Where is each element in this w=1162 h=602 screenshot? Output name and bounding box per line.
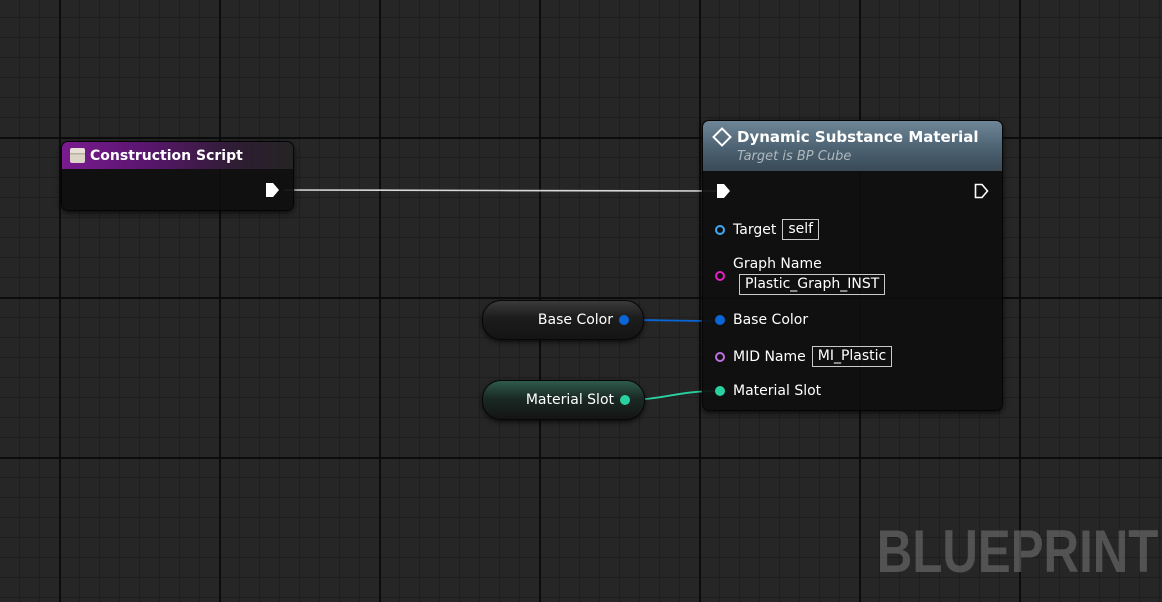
construction-script-node[interactable]: Construction Script [61,141,294,211]
base-color-variable-label: Base Color [537,312,613,328]
target-pin-icon[interactable] [715,224,725,235]
graph-name-value-field[interactable]: Plastic_Graph_INST [739,274,886,295]
base-color-pin-label: Base Color [733,312,809,328]
material-slot-variable-label: Material Slot [525,392,614,408]
blueprint-graph-canvas[interactable]: Construction Script Dynamic Substance Ma… [0,0,1162,602]
material-slot-pin-label: Material Slot [733,383,822,399]
event-node-title: Construction Script [90,147,243,164]
base-color-pin-icon[interactable] [715,315,725,325]
blueprint-watermark: BLUEPRINT [876,518,1158,585]
graph-name-pin-icon[interactable] [715,270,725,281]
base-color-out-pin-icon[interactable] [619,315,629,325]
exec-wire[interactable] [283,189,717,192]
graph-name-pin-label: Graph Name [733,256,822,272]
pin-row-graph-name: Graph Name Plastic_Graph_INST [715,256,886,295]
dynamic-substance-material-node[interactable]: Dynamic Substance Material Target is BP … [702,120,1003,411]
pin-row-material-slot: Material Slot [715,383,821,399]
pin-row-target: Target self [715,219,820,240]
pin-row-mid-name: MID Name MI_Plastic [715,346,893,367]
function-node-subtitle: Target is BP Cube [737,149,852,164]
target-value-field[interactable]: self [782,219,820,240]
function-node-header[interactable]: Dynamic Substance Material Target is BP … [703,121,1002,171]
mid-name-value-field[interactable]: MI_Plastic [811,346,893,367]
event-icon [70,148,85,163]
event-node-header[interactable]: Construction Script [62,142,293,169]
material-slot-variable-node[interactable]: Material Slot [482,380,645,420]
function-icon [712,127,732,147]
pin-row-base-color: Base Color [715,312,808,328]
exec-in-pin-icon[interactable] [715,183,731,199]
mid-name-pin-icon[interactable] [715,351,725,362]
target-pin-label: Target [733,221,777,238]
function-node-title: Dynamic Substance Material [737,128,979,146]
material-slot-pin-icon[interactable] [715,386,725,396]
material-slot-out-pin-icon[interactable] [620,395,630,405]
exec-out-pin-icon[interactable] [973,183,989,199]
exec-out-pin-icon[interactable] [264,182,280,198]
mid-name-pin-label: MID Name [733,348,806,365]
base-color-variable-node[interactable]: Base Color [482,300,644,340]
